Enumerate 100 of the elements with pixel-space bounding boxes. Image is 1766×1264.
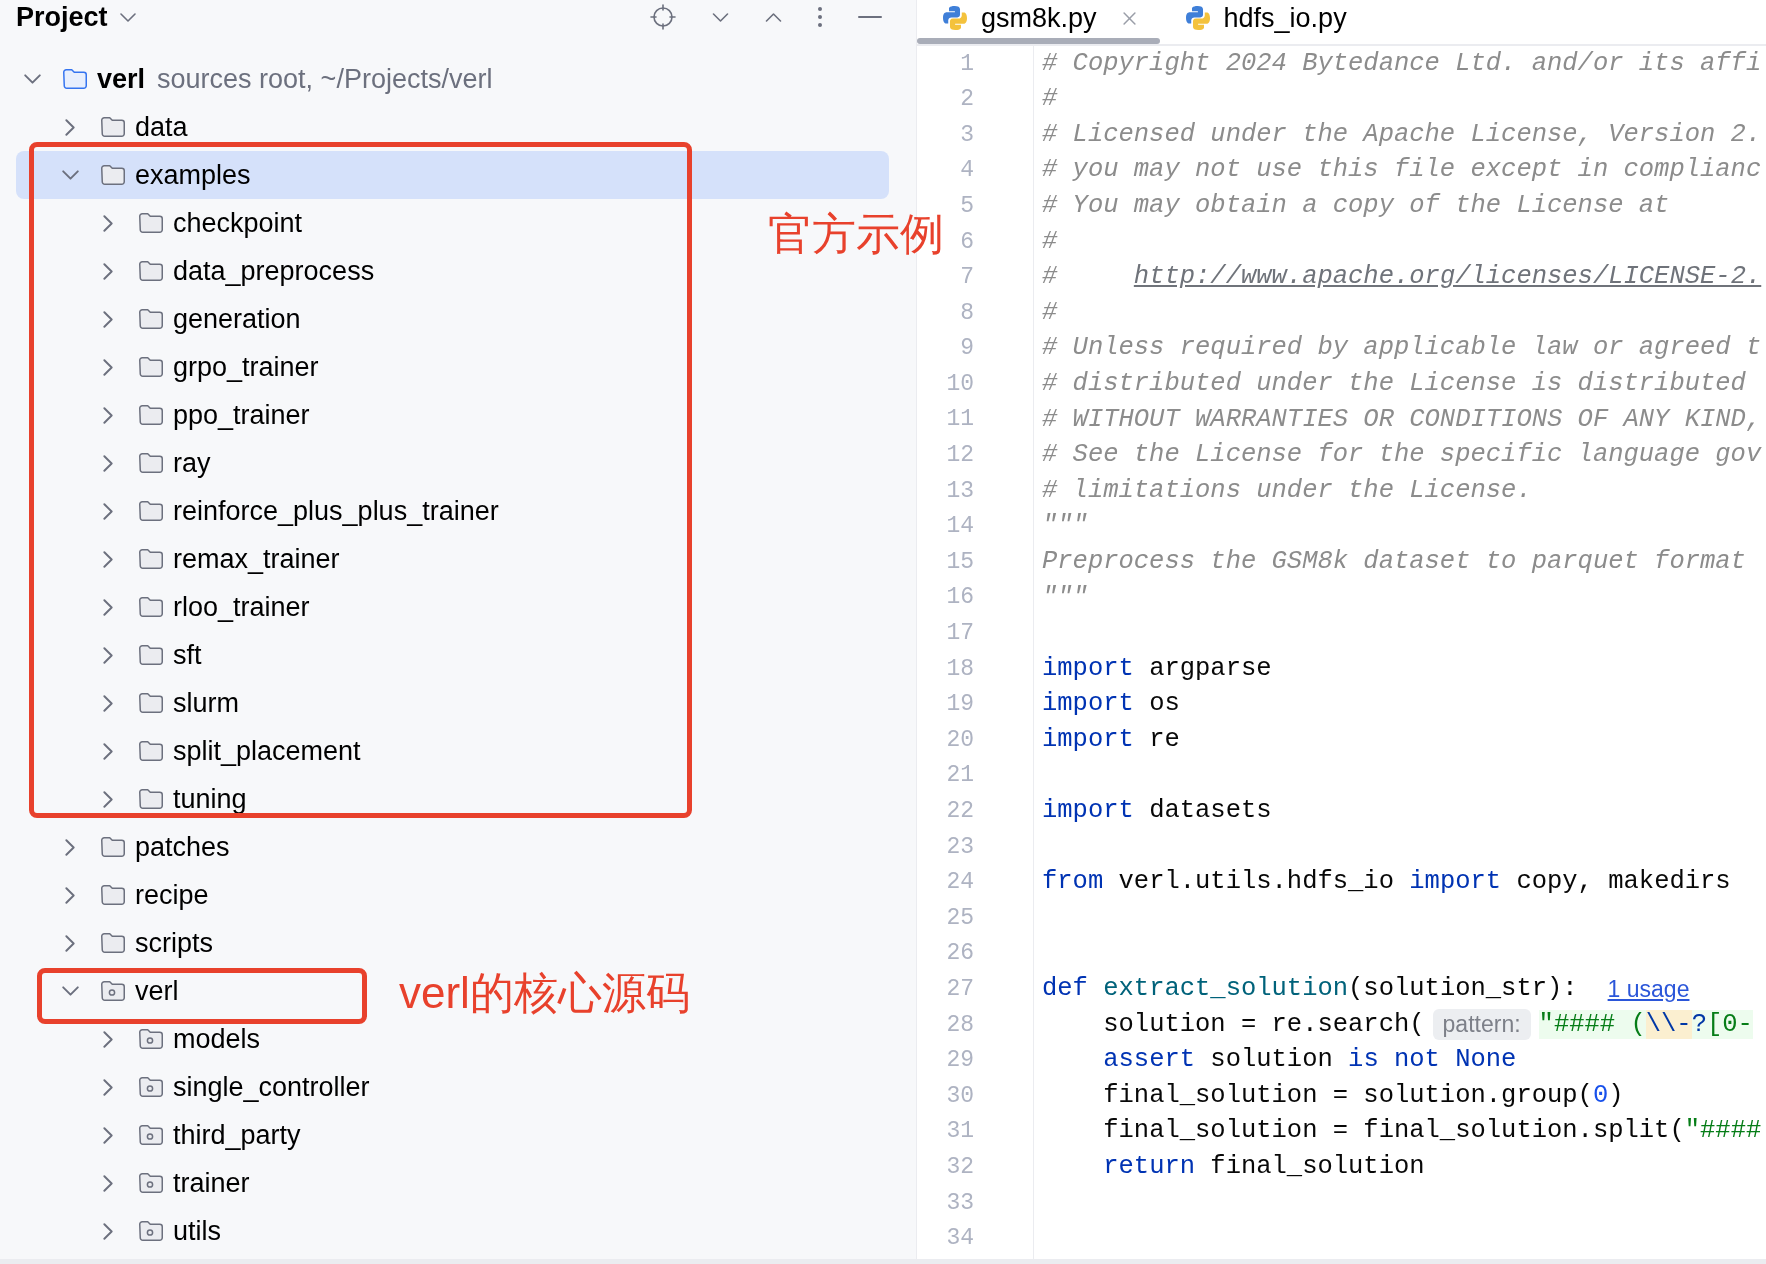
view-selector[interactable]: Project bbox=[16, 0, 136, 34]
line-number: 14 bbox=[946, 512, 974, 542]
code-text: import datasets bbox=[1042, 795, 1272, 828]
tree-item[interactable]: ray bbox=[98, 439, 211, 487]
line-number: 2 bbox=[960, 85, 974, 115]
tree-item[interactable]: patches bbox=[60, 823, 230, 871]
chevron-right-icon[interactable] bbox=[103, 358, 113, 376]
line-number: 22 bbox=[946, 797, 974, 826]
chevron-right-icon[interactable] bbox=[103, 742, 113, 760]
code-text: assert solution is not None bbox=[1103, 1044, 1517, 1077]
chevron-right-icon[interactable] bbox=[103, 1126, 113, 1144]
chevron-right-icon[interactable] bbox=[103, 214, 113, 232]
chevron-right-icon[interactable] bbox=[103, 1174, 113, 1192]
tree-item[interactable]: examples bbox=[16, 151, 889, 199]
chevron-right-icon[interactable] bbox=[65, 934, 75, 952]
editor-tab[interactable]: hdfs_io.py bbox=[1159, 0, 1371, 44]
close-icon[interactable] bbox=[1122, 11, 1136, 25]
tree-item[interactable]: trainer bbox=[98, 1159, 250, 1207]
line-number: 18 bbox=[946, 654, 974, 684]
code-text: import re bbox=[1042, 723, 1180, 756]
chevron-down-icon[interactable] bbox=[61, 170, 79, 180]
chevron-right-icon[interactable] bbox=[103, 310, 113, 328]
line-number: 1 bbox=[960, 49, 974, 79]
tree-item[interactable]: tuning bbox=[98, 775, 247, 823]
url-link[interactable]: http://www.apache.org/licenses/LICENSE-2. bbox=[1133, 258, 1762, 297]
code-text: final_solution = final_solution.split("#### bbox=[1103, 1115, 1762, 1148]
folder-icon bbox=[100, 836, 126, 858]
line-number: 16 bbox=[946, 583, 974, 613]
code-text: # Copyright 2024 Bytedance Ltd. and/or its affi bbox=[1042, 47, 1762, 80]
tree-item[interactable]: models bbox=[98, 1015, 261, 1063]
line-number: 11 bbox=[946, 405, 974, 435]
chevron-down-icon[interactable] bbox=[23, 74, 41, 84]
chevron-right-icon[interactable] bbox=[103, 550, 113, 568]
chevron-right-icon[interactable] bbox=[103, 1222, 113, 1240]
folder-icon bbox=[138, 260, 164, 282]
tree-item[interactable]: single_controller bbox=[98, 1063, 370, 1111]
chevron-right-icon[interactable] bbox=[103, 694, 113, 712]
package-folder-icon bbox=[138, 1172, 164, 1194]
chevron-right-icon[interactable] bbox=[103, 454, 113, 472]
line-number: 20 bbox=[946, 725, 974, 755]
tree-item[interactable]: split_placement bbox=[98, 727, 361, 775]
folder-icon bbox=[100, 932, 126, 954]
tree-item[interactable]: third_party bbox=[98, 1111, 301, 1159]
tree-item[interactable]: ppo_trainer bbox=[98, 391, 310, 439]
tree-item[interactable]: recipe bbox=[60, 871, 209, 919]
code-text: # bbox=[1042, 225, 1058, 258]
chevron-right-icon[interactable] bbox=[103, 262, 113, 280]
code-text: return final_solution bbox=[1103, 1151, 1425, 1184]
line-number: 13 bbox=[946, 476, 974, 506]
folder-icon bbox=[138, 356, 164, 378]
chevron-right-icon[interactable] bbox=[103, 790, 113, 808]
crosshair-icon[interactable] bbox=[650, 4, 676, 30]
chevron-right-icon[interactable] bbox=[103, 646, 113, 664]
tree-item[interactable]: slurm bbox=[98, 679, 239, 727]
chevron-right-icon[interactable] bbox=[65, 838, 75, 856]
folder-icon bbox=[100, 116, 126, 138]
tree-item[interactable]: generation bbox=[98, 295, 301, 343]
annotation-label: 官方示例 bbox=[768, 212, 944, 256]
tree-item[interactable]: grpo_trainer bbox=[98, 343, 319, 391]
chevron-right-icon[interactable] bbox=[103, 598, 113, 616]
tree-item[interactable]: rloo_trainer bbox=[98, 583, 310, 631]
code-text: Preprocess the GSM8k dataset to parquet format bbox=[1042, 546, 1746, 578]
tree-item[interactable]: remax_trainer bbox=[98, 535, 340, 583]
code-text: # bbox=[1042, 296, 1058, 329]
chevron-up-icon[interactable] bbox=[765, 12, 782, 22]
package-folder-icon bbox=[100, 980, 126, 1002]
folder-icon bbox=[138, 308, 164, 330]
chevron-right-icon[interactable] bbox=[103, 502, 113, 520]
folder-icon bbox=[138, 404, 164, 426]
tree-item[interactable]: data_preprocess bbox=[98, 247, 375, 295]
usage-link[interactable]: 1 usage bbox=[1607, 972, 1690, 1007]
folder-icon bbox=[138, 692, 164, 714]
tree-item[interactable]: verl sources root, ~/Projects/verl bbox=[22, 55, 493, 103]
folder-icon bbox=[138, 788, 164, 810]
tree-item[interactable]: checkpoint bbox=[98, 199, 303, 247]
tree-item[interactable]: sft bbox=[98, 631, 202, 679]
folder-icon bbox=[138, 644, 164, 666]
tree-item[interactable]: scripts bbox=[60, 919, 213, 967]
tree-item[interactable]: reinforce_plus_plus_trainer bbox=[98, 487, 499, 535]
editor-tab[interactable]: gsm8k.py bbox=[917, 0, 1160, 44]
tree-item[interactable]: verl bbox=[60, 967, 179, 1015]
chevron-right-icon[interactable] bbox=[103, 406, 113, 424]
line-number: 32 bbox=[946, 1152, 974, 1182]
chevron-right-icon[interactable] bbox=[103, 1030, 113, 1048]
folder-icon bbox=[138, 452, 164, 474]
chevron-right-icon[interactable] bbox=[103, 1078, 113, 1096]
chevron-right-icon[interactable] bbox=[65, 886, 75, 904]
tree-item[interactable]: data bbox=[60, 103, 188, 151]
code-text: import os bbox=[1042, 688, 1180, 721]
chevron-down-icon[interactable] bbox=[61, 986, 79, 996]
line-number: 4 bbox=[960, 156, 974, 186]
chevron-down-icon[interactable] bbox=[712, 12, 729, 22]
line-number: 12 bbox=[946, 441, 974, 471]
code-text: solution = re.search( bbox=[1103, 1008, 1425, 1041]
tree-item[interactable]: utils bbox=[98, 1207, 221, 1255]
more-options-icon[interactable] bbox=[818, 7, 822, 27]
python-file-icon bbox=[1185, 6, 1210, 30]
code-text: # limitations under the License. bbox=[1042, 474, 1532, 507]
line-number: 25 bbox=[946, 903, 974, 933]
chevron-right-icon[interactable] bbox=[65, 118, 75, 136]
